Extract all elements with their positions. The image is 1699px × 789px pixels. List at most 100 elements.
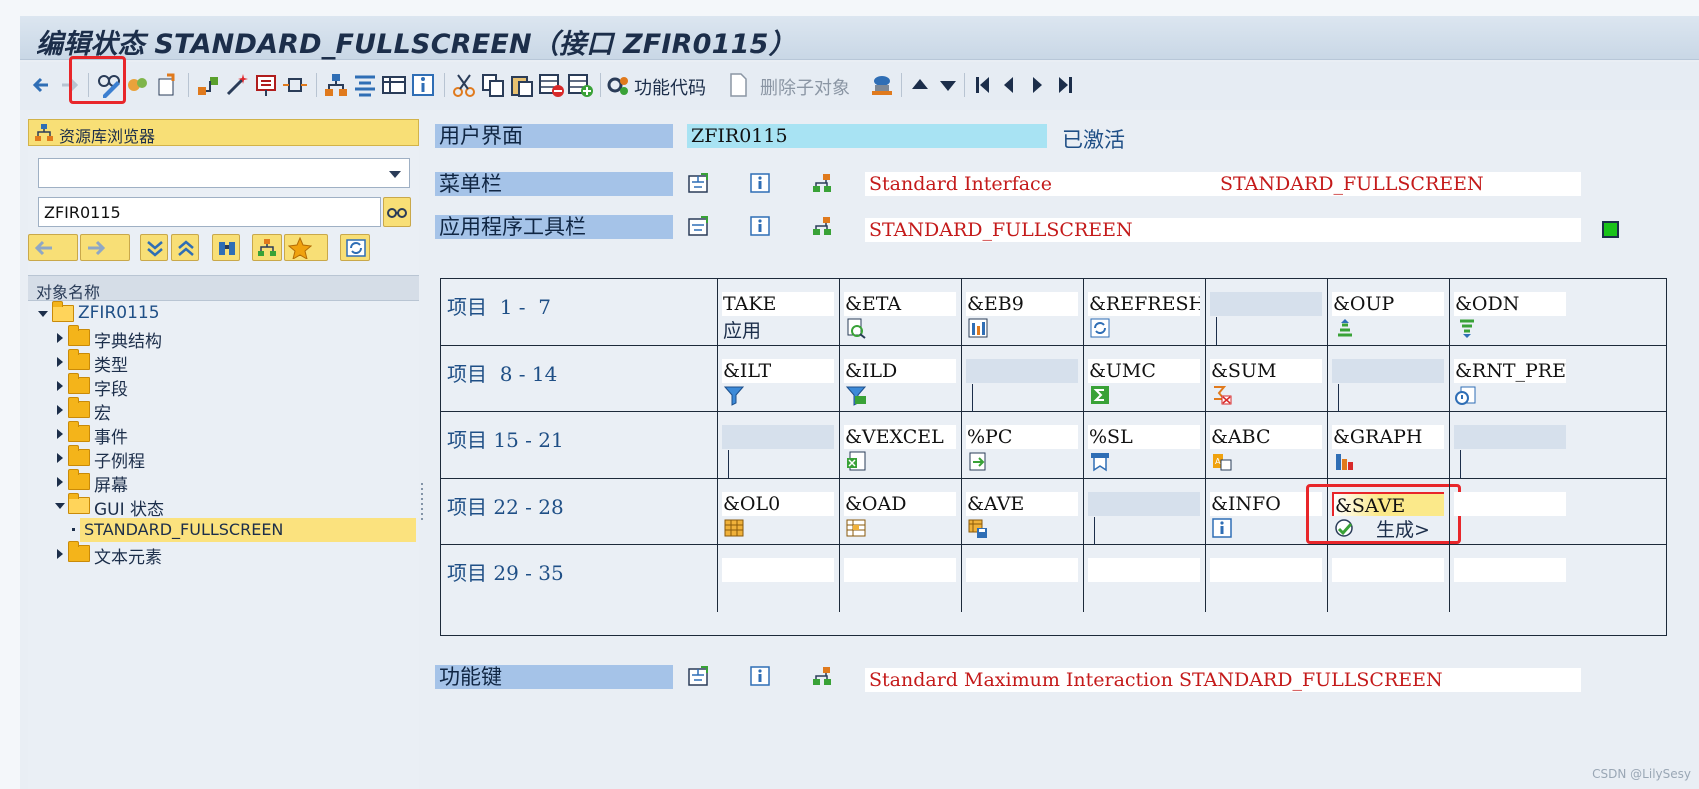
triangle-up-icon[interactable] [906,71,934,99]
grid-cell[interactable]: &EB9 [961,279,1083,346]
expand-triangle-icon[interactable] [57,381,63,391]
tree-item[interactable]: 字典结构 [28,325,419,352]
function-code-field[interactable] [722,425,834,449]
function-code-field[interactable]: %SL [1088,425,1200,449]
info-icon[interactable] [749,215,771,237]
function-code-field[interactable] [1210,292,1322,316]
function-code-field[interactable]: &RNT_PREV [1454,358,1566,383]
grid-cell[interactable] [1083,478,1205,545]
triangle-down-icon[interactable] [934,71,962,99]
menu-bar-value[interactable]: Standard Interface STANDARD_FULLSCREEN [865,172,1581,196]
app-toolbar-value[interactable]: STANDARD_FULLSCREEN [865,218,1581,242]
subtotal-icon[interactable] [1211,384,1233,406]
grid-cell[interactable]: &SAVE 生成> [1306,478,1461,545]
function-code-field[interactable] [722,558,834,582]
delete-subobject-button[interactable]: 删除子对象 [760,74,850,100]
tree-item[interactable]: 宏 [28,397,419,424]
grid-cell[interactable]: %PC [961,412,1083,479]
grid-cell[interactable]: &ILT [717,345,839,412]
function-code-field[interactable]: &REFRESH [1088,292,1200,316]
object-list-icon[interactable] [252,71,280,99]
grid-cell[interactable]: %SL [1083,412,1205,479]
hierarchy-button[interactable] [252,234,282,261]
grid-cell[interactable] [1083,545,1205,612]
where-used-icon[interactable] [194,71,222,99]
function-code-field[interactable] [1332,558,1444,582]
function-code-field[interactable] [1332,358,1444,383]
detail-icon[interactable] [845,317,867,339]
function-code-field[interactable]: &ETA [844,292,956,316]
sort-down-icon[interactable] [1455,317,1477,339]
expand-triangle-icon[interactable] [57,429,63,439]
expand-box-icon[interactable] [687,172,709,194]
collapse-box-icon[interactable] [687,215,709,237]
function-code-field[interactable] [1088,491,1200,516]
expand-box-icon[interactable] [687,665,709,687]
grid-cell[interactable]: &OUP [1327,279,1449,346]
function-code-field[interactable]: &EB9 [966,292,1078,316]
favorites-button[interactable] [284,234,328,261]
layout-select-icon[interactable] [845,517,867,539]
grid-cell[interactable] [1327,545,1449,612]
forward-history-button[interactable] [80,234,130,261]
refresh-icon[interactable] [1089,317,1111,339]
chevron-down-icon[interactable] [389,171,401,178]
grid-cell[interactable]: &VEXCEL [839,412,961,479]
collapse-all-button[interactable] [171,234,199,261]
expand-triangle-icon[interactable] [57,477,63,487]
grid-cell[interactable] [1449,478,1571,545]
grid-cell[interactable] [839,545,961,612]
tree-item-root[interactable]: ZFIR0115 [28,301,419,326]
filter-icon[interactable] [723,384,745,406]
delete-row-icon[interactable] [537,71,565,99]
abc-analysis-icon[interactable]: A [1211,450,1233,472]
repository-browser-button[interactable]: 资源库浏览器 [28,119,419,146]
stamp-icon[interactable] [868,71,896,99]
grid-cell[interactable] [961,345,1083,412]
grid-cell[interactable]: &SUM [1205,345,1327,412]
excel-icon[interactable] [845,450,867,472]
back-icon[interactable] [28,71,56,99]
document-icon[interactable] [724,71,752,99]
expand-triangle-icon[interactable] [57,333,63,343]
object-name-input[interactable]: ZFIR0115 [38,197,381,227]
grid-cell[interactable] [961,545,1083,612]
tree-item[interactable]: 屏幕 [28,469,419,496]
grid-cell[interactable]: &ABC A [1205,412,1327,479]
function-code-field[interactable]: &UMC [1088,358,1200,383]
function-code-button[interactable]: 功能代码 [634,74,706,100]
export-icon[interactable] [967,450,989,472]
tree-item-gui-status[interactable]: GUI 状态 [28,493,419,520]
print-preview-icon[interactable] [1455,384,1477,406]
grid-cell[interactable] [1449,412,1571,479]
hierarchy-icon[interactable] [811,172,833,194]
function-code-field[interactable]: &OUP [1332,292,1444,316]
copy-object-icon[interactable] [153,71,181,99]
filter-delete-icon[interactable] [845,384,867,406]
function-code-field[interactable]: TAKE [722,292,834,316]
cut-icon[interactable] [450,71,478,99]
tree-item-text-elements[interactable]: 文本元素 [28,541,419,568]
function-code-field[interactable] [1454,558,1566,582]
tree-item[interactable]: 类型 [28,349,419,376]
user-interface-value[interactable]: ZFIR0115 [687,124,1047,148]
grid-cell[interactable]: &OL0 [717,478,839,545]
magic-wand-icon[interactable] [223,71,251,99]
expand-triangle-icon[interactable] [57,453,63,463]
expand-triangle-icon[interactable] [57,549,63,559]
grid-cell[interactable]: &GRAPH [1327,412,1449,479]
graph-icon[interactable] [1333,450,1355,472]
function-code-field[interactable]: &OL0 [722,491,834,516]
function-code-field[interactable]: %PC [966,425,1078,449]
align-icon[interactable] [351,71,379,99]
tree-item[interactable]: 事件 [28,421,419,448]
grid-cell[interactable] [1449,545,1571,612]
paste-icon[interactable] [508,71,536,99]
function-code-field[interactable] [1210,558,1322,582]
grid-cell[interactable] [1205,279,1327,346]
function-code-icon[interactable] [605,71,633,99]
find-button[interactable] [212,234,240,261]
function-code-field[interactable]: &OAD [844,491,956,516]
collapse-triangle-icon[interactable] [55,503,65,509]
grid-cell[interactable] [1205,545,1327,612]
